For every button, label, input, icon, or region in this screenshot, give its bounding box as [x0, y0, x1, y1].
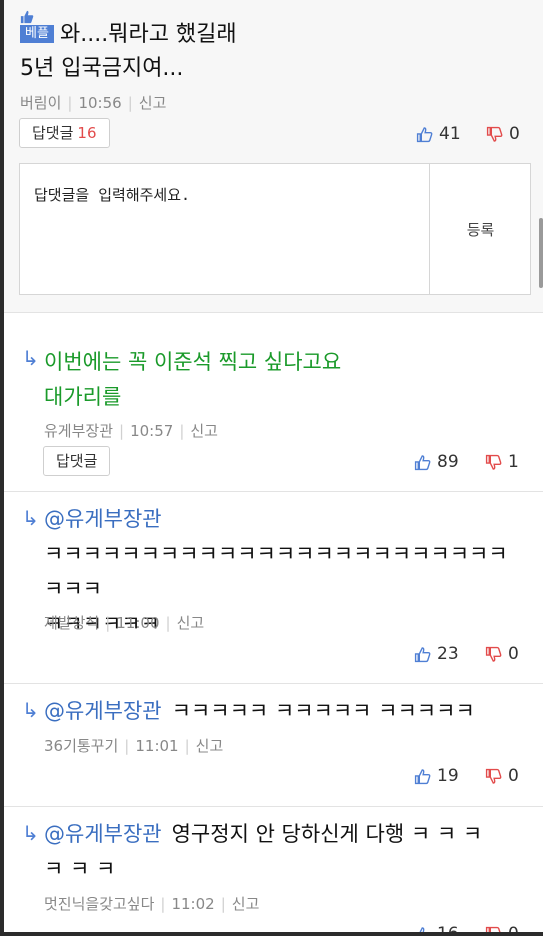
- reply-item: ↳ @유게부장관 ㅋㅋㅋㅋㅋㅋㅋㅋㅋㅋㅋㅋㅋㅋㅋㅋㅋㅋㅋㅋㅋㅋㅋㅋㅋㅋㅋ ㅋㅋㅋ…: [4, 492, 543, 684]
- thumbs-down-icon: [485, 768, 502, 784]
- reply-item: ↳ @유게부장관 영구정지 안 당하신게 다행 ㅋ ㅋ ㅋ ㅋ ㅋ ㅋ 멋진닉을갖…: [4, 807, 543, 936]
- thumbs-up-icon: [414, 646, 431, 662]
- reply-meta: 제발상식 | 11:00 | 신고: [44, 612, 205, 633]
- thumbs-down-icon: [485, 646, 502, 662]
- like-button[interactable]: 19: [414, 766, 459, 786]
- thumbs-up-icon: [416, 126, 433, 142]
- author-name[interactable]: 유게부장관: [44, 420, 113, 441]
- dislike-count: 1: [508, 452, 519, 472]
- dislike-count: 0: [509, 124, 520, 144]
- reply-toggle-button[interactable]: 답댓글 16: [19, 118, 110, 148]
- report-link[interactable]: 신고: [190, 420, 218, 441]
- thumbs-up-icon: [414, 454, 431, 470]
- dislike-button[interactable]: 0: [485, 766, 519, 786]
- like-count: 23: [437, 644, 459, 664]
- reply-mention[interactable]: @유게부장관: [44, 507, 162, 531]
- scrollbar-thumb[interactable]: [539, 218, 543, 288]
- thumbs-up-icon: [414, 768, 431, 784]
- comment-time: 10:57: [130, 422, 174, 440]
- dislike-count: 0: [508, 766, 519, 786]
- like-button[interactable]: 23: [414, 644, 459, 664]
- reply-line1: 이번에는 꼭 이준석 찍고 싶다고요: [44, 350, 342, 374]
- best-comment-meta: 버림이 | 10:56 | 신고: [20, 92, 167, 113]
- like-button[interactable]: 89: [414, 452, 459, 472]
- report-link[interactable]: 신고: [232, 893, 260, 914]
- author-name[interactable]: 버림이: [20, 92, 61, 113]
- dislike-count: 0: [508, 644, 519, 664]
- reply-count: 16: [77, 124, 97, 142]
- report-link[interactable]: 신고: [196, 735, 224, 756]
- comment-time: 11:00: [116, 614, 160, 632]
- reply-arrow-icon: ↳: [22, 698, 39, 722]
- thumbs-down-icon: [485, 454, 502, 470]
- comment-time: 10:56: [78, 94, 122, 112]
- author-name[interactable]: 36기통꾸기: [44, 735, 118, 756]
- reply-form: 등록: [19, 163, 531, 295]
- reply-meta: 멋진닉을갖고싶다 | 11:02 | 신고: [44, 893, 260, 914]
- report-link[interactable]: 신고: [177, 612, 205, 633]
- reply-meta: 유게부장관 | 10:57 | 신고: [44, 420, 218, 441]
- dislike-button[interactable]: 0: [485, 644, 519, 664]
- report-link[interactable]: 신고: [139, 92, 167, 113]
- reply-arrow-icon: ↳: [22, 346, 39, 370]
- reply-text: 이번에는 꼭 이준석 찍고 싶다고요 대가리를: [44, 345, 524, 415]
- best-comment-line1: 와....뭐라고 했길래: [60, 22, 237, 47]
- reply-mention[interactable]: @유게부장관: [44, 822, 162, 846]
- reply-toggle-button[interactable]: 답댓글: [43, 446, 111, 476]
- reply-arrow-icon: ↳: [22, 506, 39, 530]
- reply-input[interactable]: [20, 164, 430, 294]
- reply-text: @유게부장관 영구정지 안 당하신게 다행 ㅋ ㅋ ㅋ ㅋ ㅋ ㅋ: [44, 817, 524, 887]
- reply-line1: ㅋㅋㅋㅋㅋ ㅋㅋㅋㅋㅋ ㅋㅋㅋㅋㅋ: [171, 699, 475, 723]
- window-frame-bottom: [0, 932, 543, 936]
- like-count: 89: [437, 452, 459, 472]
- submit-button[interactable]: 등록: [431, 164, 530, 294]
- author-name[interactable]: 제발상식: [44, 612, 99, 633]
- best-comment-line2: 5년 입국금지여...: [20, 56, 184, 81]
- reply-mention[interactable]: @유게부장관: [44, 699, 162, 723]
- dislike-button[interactable]: 1: [485, 452, 519, 472]
- comment-time: 11:01: [135, 737, 179, 755]
- like-button[interactable]: 41: [416, 124, 461, 144]
- reply-label: 답댓글: [32, 124, 74, 142]
- reply-arrow-icon: ↳: [22, 821, 39, 845]
- thumbs-down-icon: [486, 126, 503, 142]
- reply-line2: 대가리를: [44, 385, 122, 409]
- reply-meta: 36기통꾸기 | 11:01 | 신고: [44, 735, 224, 756]
- reply-line1: ㅋㅋㅋㅋㅋㅋㅋㅋㅋㅋㅋㅋㅋㅋㅋㅋㅋㅋㅋㅋㅋㅋㅋㅋㅋㅋㅋ: [44, 542, 508, 601]
- best-comment: 베플 와....뭐라고 했길래 5년 입국금지여... 버림이 | 10:56 | 신고…: [4, 0, 543, 313]
- author-name[interactable]: 멋진닉을갖고싶다: [44, 893, 154, 914]
- reply-item: ↳ @유게부장관 ㅋㅋㅋㅋㅋ ㅋㅋㅋㅋㅋ ㅋㅋㅋㅋㅋ 36기통꾸기 | 11:01 | 신…: [4, 684, 543, 807]
- best-comment-text: 와....뭐라고 했길래 5년 입국금지여...: [20, 18, 520, 86]
- like-count: 41: [439, 124, 461, 144]
- reply-text: @유게부장관 ㅋㅋㅋㅋㅋ ㅋㅋㅋㅋㅋ ㅋㅋㅋㅋㅋ: [44, 694, 524, 729]
- reply-item: ↳ 이번에는 꼭 이준석 찍고 싶다고요 대가리를 유게부장관 | 10:57 | 신고…: [4, 313, 543, 492]
- reply-line2: ㅋ ㅋ ㅋ: [44, 857, 116, 881]
- reply-line1: 영구정지 안 당하신게 다행 ㅋ ㅋ ㅋ: [171, 822, 483, 846]
- reply-label: 답댓글: [56, 452, 98, 470]
- comment-time: 11:02: [171, 895, 215, 913]
- dislike-button[interactable]: 0: [486, 124, 520, 144]
- like-count: 19: [437, 766, 459, 786]
